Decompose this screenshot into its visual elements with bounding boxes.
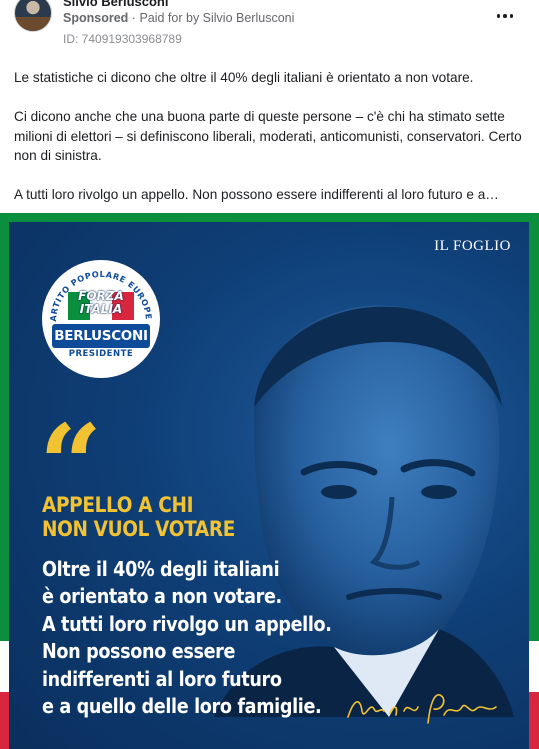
party-name: FORZA ITALIA — [68, 290, 134, 316]
creative-frame: IL FOGLIO PARTITO POPOLARE EUROPEO FORZA… — [9, 222, 529, 749]
paid-for-by: Paid for by Silvio Berlusconi — [139, 11, 295, 25]
sponsored-label: Sponsored — [63, 11, 129, 25]
headline: APPELLO A CHI NON VUOL VOTARE — [42, 493, 235, 541]
leader-name: BERLUSCONI — [52, 324, 150, 348]
sponsor-meta: Sponsored · Paid for by Silvio Berluscon… — [63, 11, 294, 25]
more-horizontal-icon — [496, 14, 514, 18]
quote-line: e a quello delle loro famiglie. — [42, 694, 322, 719]
quote-line: A tutti loro rivolgo un appello. — [42, 611, 332, 636]
party-line-2: ITALIA — [79, 302, 123, 316]
post-paragraph: Le statistiche ci dicono che oltre il 40… — [14, 70, 474, 85]
headline-line: NON VUOL VOTARE — [42, 517, 236, 541]
ad-card: Silvio Berlusconi Sponsored · Paid for b… — [0, 0, 539, 749]
more-options-button[interactable] — [493, 6, 517, 26]
publisher-logo: IL FOGLIO — [434, 238, 511, 254]
avatar[interactable] — [14, 0, 52, 32]
quote-line: Non possono essere — [42, 639, 236, 664]
post-paragraph[interactable]: A tutti loro rivolgo un appello. Non pos… — [14, 185, 524, 205]
quote-line: è orientato a non votare. — [42, 584, 282, 609]
post-paragraph: Ci dicono anche che una buona parte di q… — [14, 109, 522, 163]
post-body: Le statistiche ci dicono che oltre il 40… — [14, 68, 524, 205]
ad-id: ID: 740919303968789 — [63, 32, 182, 46]
signature — [347, 694, 497, 724]
quote-line: indifferenti al loro futuro — [42, 666, 282, 691]
leader-role: PRESIDENTE — [68, 349, 134, 359]
quote-body: Oltre il 40% degli italiani è orientato … — [42, 556, 332, 720]
quote-line: Oltre il 40% degli italiani — [42, 557, 280, 581]
headline-line: APPELLO A CHI — [42, 493, 194, 517]
meta-separator: · — [131, 11, 136, 25]
forza-italia-logo: PARTITO POPOLARE EUROPEO FORZA ITALIA BE… — [42, 260, 160, 378]
page-name[interactable]: Silvio Berlusconi — [63, 0, 168, 9]
ad-creative-image[interactable]: IL FOGLIO PARTITO POPOLARE EUROPEO FORZA… — [0, 213, 539, 749]
